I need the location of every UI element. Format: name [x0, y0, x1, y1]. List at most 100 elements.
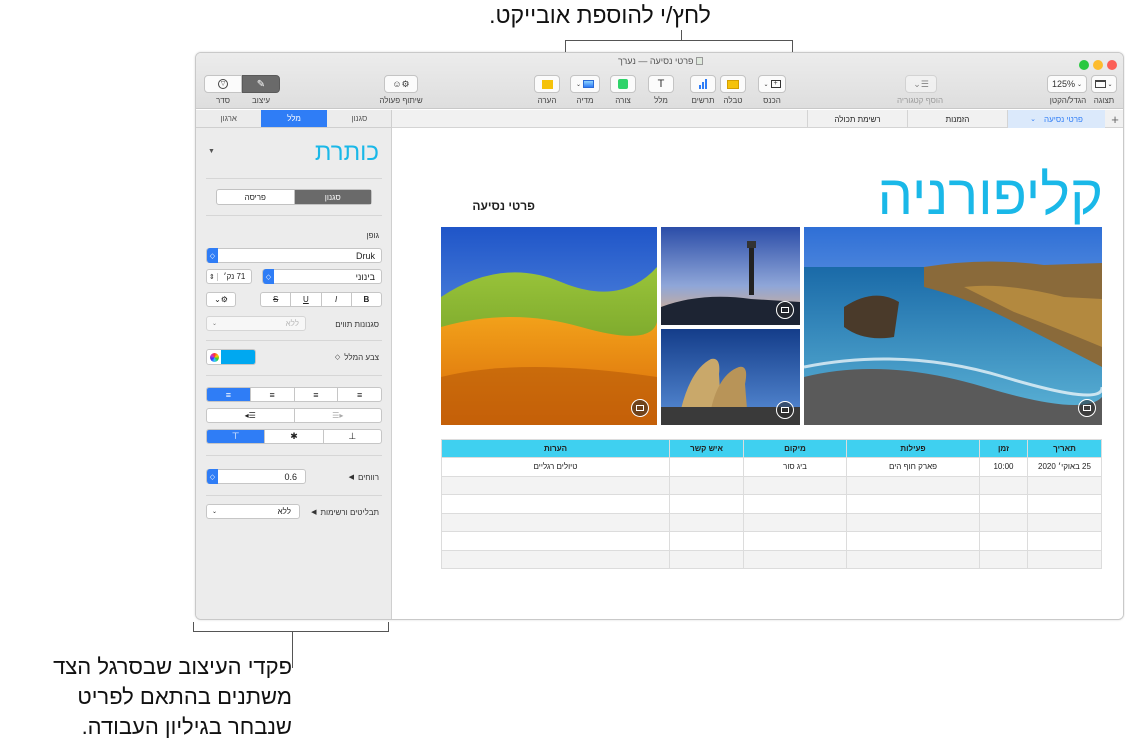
table-cell[interactable] [846, 494, 980, 514]
table-cell[interactable] [1027, 549, 1102, 569]
table-cell[interactable] [1027, 475, 1102, 495]
char-styles-select[interactable]: ⌄ ללא [206, 316, 306, 331]
table-cell[interactable] [979, 549, 1028, 569]
chevron-down-icon[interactable]: ▼ [208, 148, 215, 155]
table-cell[interactable] [441, 512, 670, 532]
tab-text[interactable]: מלל [261, 110, 327, 127]
table-cell[interactable] [1027, 512, 1102, 532]
table-cell[interactable] [669, 549, 744, 569]
table-cell[interactable] [979, 531, 1028, 551]
chart-button[interactable] [690, 75, 716, 93]
align-right-button[interactable]: ≡ [293, 388, 338, 401]
image-placeholder-icon[interactable] [776, 301, 794, 319]
table-cell[interactable] [669, 512, 744, 532]
table-cell[interactable] [846, 512, 980, 532]
decrease-indent-button[interactable]: ◂☰ [207, 409, 294, 422]
table-cell[interactable]: 10:00 [979, 457, 1028, 477]
photo-lighthouse[interactable] [661, 227, 800, 325]
table-cell[interactable] [743, 494, 847, 514]
insert-button[interactable]: ⌄ + [758, 75, 786, 93]
format-button[interactable]: ✎ [242, 75, 280, 93]
table-header-cell[interactable]: איש קשר [669, 439, 744, 458]
photo-poppy-field[interactable] [441, 227, 657, 425]
spacing-field[interactable]: ◇ 0.6 [206, 469, 306, 484]
table-cell[interactable]: פארק חוף הים [846, 457, 980, 477]
view-button[interactable]: ⌄ [1091, 75, 1117, 93]
table-cell[interactable]: טיולים רגליים [441, 457, 670, 477]
comment-button[interactable] [534, 75, 560, 93]
table-cell[interactable] [669, 457, 744, 477]
zoom-select[interactable]: 125% ⌄ [1047, 75, 1087, 93]
table-header-cell[interactable]: הערות [441, 439, 670, 458]
collaborate-button[interactable]: ☺⚙ [384, 75, 418, 93]
align-left-button[interactable]: ≡ [207, 388, 250, 401]
table-cell[interactable] [979, 494, 1028, 514]
media-button[interactable]: ⌄ [570, 75, 600, 93]
table-header-cell[interactable]: זמן [979, 439, 1028, 458]
table-cell[interactable] [669, 475, 744, 495]
table-cell[interactable] [979, 512, 1028, 532]
tab-trip-details[interactable]: פרטי נסיעה ⌄ [1007, 110, 1105, 128]
table-cell[interactable] [441, 494, 670, 514]
add-sheet-button[interactable]: + [1105, 110, 1123, 128]
image-placeholder-icon[interactable] [631, 399, 649, 417]
table-cell[interactable] [846, 475, 980, 495]
italic-button[interactable]: I [322, 293, 352, 306]
align-center-button[interactable]: ≡ [249, 388, 294, 401]
justify-button[interactable]: ≡ [337, 388, 381, 401]
paragraph-style-name[interactable]: כותרת [315, 139, 379, 167]
tab-arrange[interactable]: ארגון [196, 110, 261, 127]
increase-indent-button[interactable]: ☰▸ [293, 409, 382, 422]
table-cell[interactable]: ביג סור [743, 457, 847, 477]
text-options-button[interactable]: ⌄⚙ [206, 292, 236, 307]
text-button[interactable]: T [648, 75, 674, 93]
align-bottom-button[interactable]: ⊥ [322, 430, 381, 443]
table-cell[interactable] [743, 512, 847, 532]
document-subtitle[interactable]: פרטי נסיעה [445, 199, 535, 213]
table-cell[interactable] [846, 549, 980, 569]
table-header-cell[interactable]: תאריך [1027, 439, 1102, 458]
table-header-cell[interactable]: מיקום [743, 439, 847, 458]
tab-bookings[interactable]: הזמנות [907, 110, 1007, 128]
table-cell[interactable] [1027, 494, 1102, 514]
tab-style[interactable]: סגנון [327, 110, 392, 127]
table-cell[interactable] [441, 531, 670, 551]
table-cell[interactable] [979, 475, 1028, 495]
table-button[interactable] [720, 75, 746, 93]
table-header-cell[interactable]: פעילות [846, 439, 980, 458]
font-size-field[interactable]: ⇕ 71 נק׳ [206, 269, 252, 284]
align-middle-button[interactable]: ✱ [264, 430, 322, 443]
table-cell[interactable] [669, 531, 744, 551]
text-color-well[interactable] [206, 349, 256, 365]
bullets-select[interactable]: ⌄ ללא [206, 504, 300, 519]
bullets-label[interactable]: ◀ תבליטים ורשימות [311, 508, 379, 517]
tab-packing-list[interactable]: רשימת תכולה [807, 110, 907, 128]
shape-button[interactable] [610, 75, 636, 93]
image-placeholder-icon[interactable] [1078, 399, 1096, 417]
itinerary-table[interactable]: תאריך זמן פעילות מיקום איש קשר הערות 25 … [441, 439, 1102, 569]
spacing-label[interactable]: ◀ רווחים [349, 473, 379, 482]
table-cell[interactable] [1027, 531, 1102, 551]
table-cell[interactable]: 25 באוקי׳ 2020 [1027, 457, 1102, 477]
organize-button[interactable]: ▽ [204, 75, 242, 93]
add-category-button[interactable]: ⌄☰ [905, 75, 937, 93]
font-name-select[interactable]: ◇ Druk [206, 248, 382, 263]
document-title[interactable]: קליפורניה [878, 165, 1103, 225]
align-top-button[interactable]: ⊤ [207, 430, 265, 443]
table-cell[interactable] [743, 549, 847, 569]
photo-sea-lions[interactable] [661, 329, 800, 425]
table-cell[interactable] [669, 494, 744, 514]
table-cell[interactable] [743, 475, 847, 495]
table-cell[interactable] [441, 549, 670, 569]
table-cell[interactable] [441, 475, 670, 495]
underline-button[interactable]: U [291, 293, 322, 306]
font-weight-select[interactable]: ◇ בינוני [262, 269, 382, 284]
subtab-layout[interactable]: פריסה [217, 190, 294, 204]
photo-coastline[interactable] [804, 227, 1102, 425]
table-cell[interactable] [846, 531, 980, 551]
bold-button[interactable]: B [352, 293, 381, 306]
table-cell[interactable] [743, 531, 847, 551]
strikethrough-button[interactable]: S [261, 293, 292, 306]
subtab-style[interactable]: סגנון [293, 190, 371, 204]
image-placeholder-icon[interactable] [776, 401, 794, 419]
